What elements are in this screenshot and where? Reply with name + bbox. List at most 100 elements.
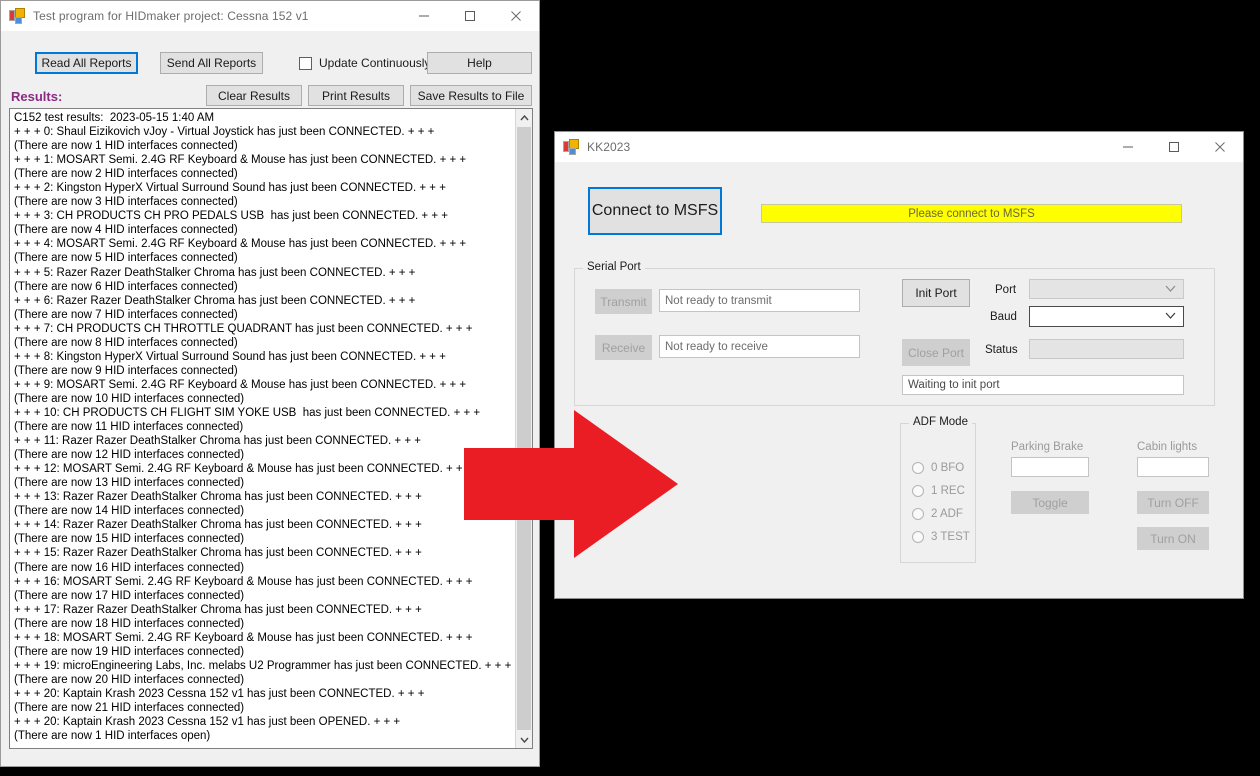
adf-mode-option-0[interactable]: 0 BFO bbox=[912, 462, 964, 474]
log-line: + + + 20: Kaptain Krash 2023 Cessna 152 … bbox=[14, 687, 425, 700]
chevron-down-icon bbox=[1165, 285, 1176, 294]
hidmaker-window: Test program for HIDmaker project: Cessn… bbox=[0, 0, 540, 767]
serial-port-group-title: Serial Port bbox=[583, 261, 645, 273]
close-port-button[interactable]: Close Port bbox=[902, 339, 970, 366]
kk2023-titlebar[interactable]: KK2023 bbox=[555, 132, 1243, 162]
minimize-icon[interactable] bbox=[401, 1, 447, 31]
transmit-button[interactable]: Transmit bbox=[595, 289, 652, 314]
transmit-status-field: Not ready to transmit bbox=[659, 289, 860, 312]
radio-icon bbox=[912, 462, 924, 474]
log-line: (There are now 14 HID interfaces connect… bbox=[14, 505, 245, 518]
parking-brake-label: Parking Brake bbox=[1011, 441, 1084, 453]
baud-select[interactable] bbox=[1029, 306, 1184, 327]
log-line: C152 test results: 2023-05-15 1:40 AM bbox=[14, 112, 215, 124]
log-line: + + + 11: Razer Razer DeathStalker Chrom… bbox=[14, 435, 421, 448]
radio-icon bbox=[912, 485, 924, 497]
close-icon[interactable] bbox=[493, 1, 539, 31]
log-line: + + + 0: Shaul Eizikovich vJoy - Virtual… bbox=[14, 126, 435, 139]
log-line: + + + 16: MOSART Semi. 2.4G RF Keyboard … bbox=[14, 575, 473, 588]
log-line: + + + 9: MOSART Semi. 2.4G RF Keyboard &… bbox=[14, 378, 467, 391]
log-line: + + + 13: Razer Razer DeathStalker Chrom… bbox=[14, 491, 422, 504]
status-banner: Please connect to MSFS bbox=[761, 204, 1182, 223]
app-icon bbox=[9, 8, 25, 24]
log-line: + + + 20: Kaptain Krash 2023 Cessna 152 … bbox=[14, 716, 401, 729]
help-button[interactable]: Help bbox=[427, 52, 532, 74]
baud-label: Baud bbox=[990, 311, 1017, 323]
chevron-up-icon[interactable] bbox=[516, 109, 532, 126]
cabin-lights-field bbox=[1137, 457, 1209, 477]
cabin-lights-turn-off-button[interactable]: Turn OFF bbox=[1137, 491, 1209, 514]
update-continuously-label: Update Continuously bbox=[319, 56, 431, 70]
adf-mode-option-label: 1 REC bbox=[931, 485, 965, 497]
clear-results-button[interactable]: Clear Results bbox=[206, 85, 302, 106]
radio-icon bbox=[912, 508, 924, 520]
results-log-text: C152 test results: 2023-05-15 1:40 AM + +… bbox=[10, 109, 515, 748]
log-line: (There are now 16 HID interfaces connect… bbox=[14, 561, 245, 574]
receive-button[interactable]: Receive bbox=[595, 335, 652, 360]
scrollbar-thumb[interactable] bbox=[517, 127, 531, 730]
maximize-icon[interactable] bbox=[1151, 132, 1197, 162]
port-select[interactable] bbox=[1029, 279, 1184, 299]
maximize-icon[interactable] bbox=[447, 1, 493, 31]
adf-mode-option-3[interactable]: 3 TEST bbox=[912, 531, 970, 543]
results-label: Results: bbox=[11, 89, 63, 104]
log-line: (There are now 19 HID interfaces connect… bbox=[14, 645, 245, 658]
adf-mode-option-2[interactable]: 2 ADF bbox=[912, 508, 963, 520]
log-line: (There are now 3 HID interfaces connecte… bbox=[14, 196, 238, 209]
status-label: Status bbox=[985, 344, 1018, 356]
results-log-scrollbar[interactable] bbox=[515, 109, 532, 748]
kk2023-window: KK2023 Connect to MSFS Please connect to… bbox=[554, 131, 1244, 599]
log-line: + + + 15: Razer Razer DeathStalker Chrom… bbox=[14, 547, 422, 560]
port-status-field bbox=[1029, 339, 1184, 359]
log-line: (There are now 18 HID interfaces connect… bbox=[14, 617, 245, 630]
log-line: (There are now 10 HID interfaces connect… bbox=[14, 392, 245, 405]
log-line: + + + 8: Kingston HyperX Virtual Surroun… bbox=[14, 350, 446, 363]
log-line: (There are now 11 HID interfaces connect… bbox=[14, 421, 244, 434]
log-line: (There are now 17 HID interfaces connect… bbox=[14, 589, 245, 602]
send-all-reports-button[interactable]: Send All Reports bbox=[160, 52, 263, 74]
log-line: + + + 4: MOSART Semi. 2.4G RF Keyboard &… bbox=[14, 238, 467, 251]
init-status-field: Waiting to init port bbox=[902, 375, 1184, 395]
hidmaker-window-title: Test program for HIDmaker project: Cessn… bbox=[33, 9, 309, 23]
adf-mode-option-label: 0 BFO bbox=[931, 462, 965, 474]
log-line: + + + 2: Kingston HyperX Virtual Surroun… bbox=[14, 182, 446, 195]
log-line: (There are now 2 HID interfaces connecte… bbox=[14, 168, 238, 181]
parking-brake-toggle-button[interactable]: Toggle bbox=[1011, 491, 1089, 514]
log-line: (There are now 9 HID interfaces connecte… bbox=[14, 364, 238, 377]
chevron-down-icon[interactable] bbox=[516, 731, 532, 748]
log-line: (There are now 6 HID interfaces connecte… bbox=[14, 280, 238, 293]
log-line: + + + 6: Razer Razer DeathStalker Chroma… bbox=[14, 294, 416, 307]
receive-status-field: Not ready to receive bbox=[659, 335, 860, 358]
init-port-button[interactable]: Init Port bbox=[902, 279, 970, 307]
log-line: (There are now 8 HID interfaces connecte… bbox=[14, 336, 238, 349]
log-line: (There are now 21 HID interfaces connect… bbox=[14, 701, 245, 714]
log-line: + + + 10: CH PRODUCTS CH FLIGHT SIM YOKE… bbox=[14, 406, 481, 419]
adf-mode-option-1[interactable]: 1 REC bbox=[912, 485, 965, 497]
read-all-reports-button[interactable]: Read All Reports bbox=[35, 52, 138, 74]
radio-icon bbox=[912, 531, 924, 543]
log-line: (There are now 12 HID interfaces connect… bbox=[14, 449, 245, 462]
hidmaker-toolbar: Read All Reports Send All Reports Update… bbox=[1, 31, 539, 106]
update-continuously-checkbox[interactable]: Update Continuously bbox=[299, 56, 430, 70]
adf-mode-option-label: 3 TEST bbox=[931, 531, 970, 543]
adf-mode-option-label: 2 ADF bbox=[931, 508, 963, 520]
log-line: + + + 3: CH PRODUCTS CH PRO PEDALS USB h… bbox=[14, 210, 448, 223]
save-results-to-file-button[interactable]: Save Results to File bbox=[410, 85, 532, 106]
chevron-down-icon bbox=[1165, 312, 1176, 321]
log-line: + + + 1: MOSART Semi. 2.4G RF Keyboard &… bbox=[14, 154, 467, 167]
minimize-icon[interactable] bbox=[1105, 132, 1151, 162]
connect-to-msfs-button[interactable]: Connect to MSFS bbox=[588, 187, 722, 235]
log-line: (There are now 20 HID interfaces connect… bbox=[14, 673, 245, 686]
results-log-box[interactable]: C152 test results: 2023-05-15 1:40 AM + +… bbox=[9, 108, 533, 749]
log-line: (There are now 1 HID interfaces connecte… bbox=[14, 140, 238, 153]
app-icon bbox=[563, 139, 579, 155]
cabin-lights-turn-on-button[interactable]: Turn ON bbox=[1137, 527, 1209, 550]
checkbox-box[interactable] bbox=[299, 56, 312, 70]
close-icon[interactable] bbox=[1197, 132, 1243, 162]
kk2023-window-controls bbox=[1105, 132, 1243, 162]
log-line: + + + 7: CH PRODUCTS CH THROTTLE QUADRAN… bbox=[14, 322, 473, 335]
print-results-button[interactable]: Print Results bbox=[308, 85, 404, 106]
log-line: + + + 14: Razer Razer DeathStalker Chrom… bbox=[14, 519, 422, 532]
hidmaker-titlebar[interactable]: Test program for HIDmaker project: Cessn… bbox=[1, 1, 539, 31]
kk2023-window-title: KK2023 bbox=[587, 140, 631, 154]
